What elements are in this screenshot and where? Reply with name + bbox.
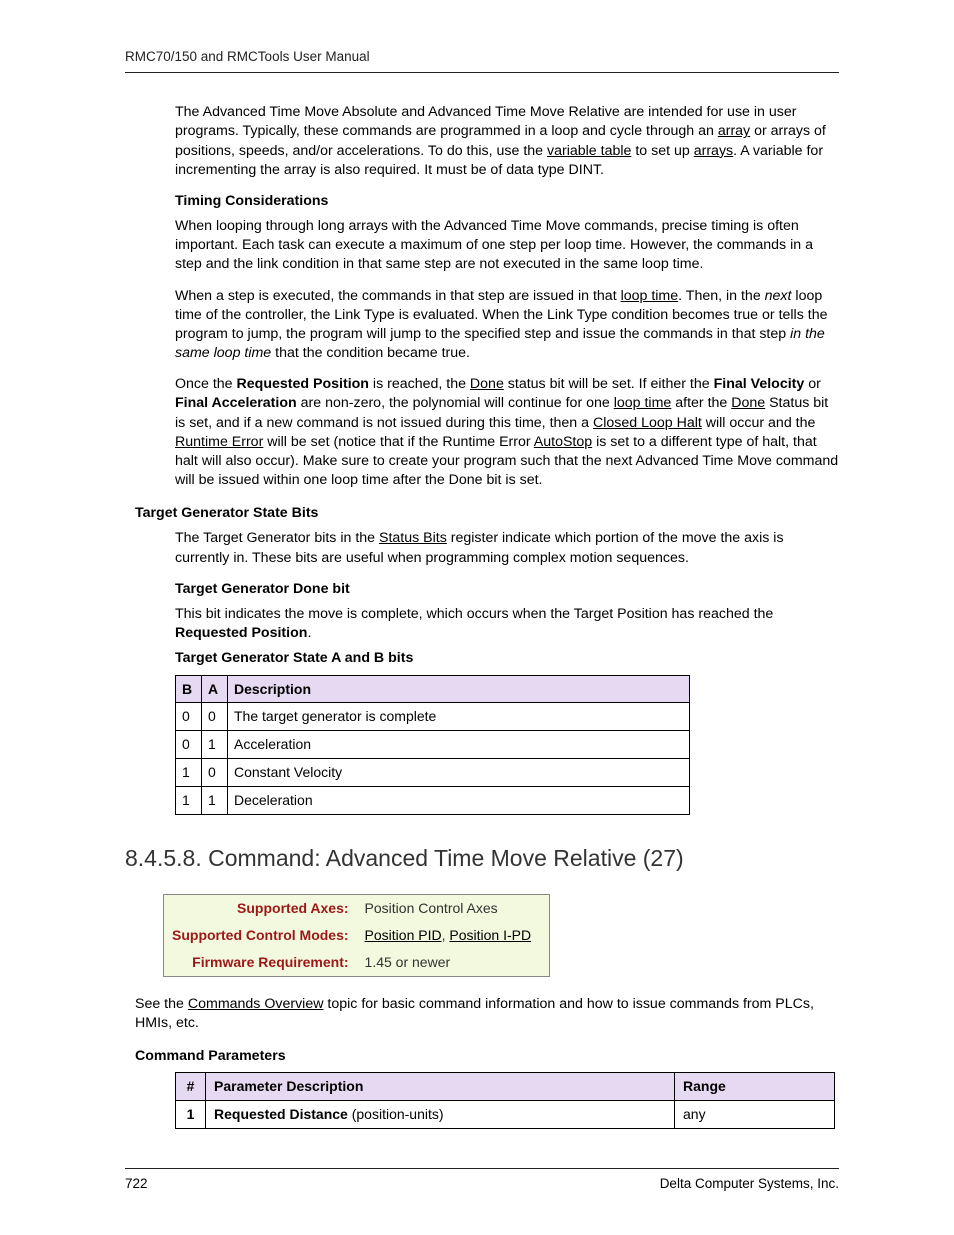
bold: Final Acceleration xyxy=(175,395,297,411)
link-done[interactable]: Done xyxy=(470,376,504,392)
emphasis: next xyxy=(765,288,792,304)
timing-paragraph-1: When looping through long arrays with th… xyxy=(175,217,839,275)
cell-a: 0 xyxy=(202,759,228,787)
link-done-2[interactable]: Done xyxy=(731,395,765,411)
text: status bit will be set. If either the xyxy=(504,376,714,392)
prop-key-control-modes: Supported Control Modes: xyxy=(164,922,357,949)
text: . Then, in the xyxy=(678,288,765,304)
cell-a: 1 xyxy=(202,731,228,759)
prop-val-control-modes: Position PID, Position I-PD xyxy=(357,922,550,949)
text: after the xyxy=(671,395,731,411)
bold: Final Velocity xyxy=(714,376,805,392)
text: . xyxy=(307,625,311,641)
prop-key-supported-axes: Supported Axes: xyxy=(164,895,357,922)
cell-desc: The target generator is complete xyxy=(228,703,690,731)
table-row: 0 0 The target generator is complete xyxy=(176,703,690,731)
cell-desc: Acceleration xyxy=(228,731,690,759)
cell-b: 0 xyxy=(176,731,202,759)
command-parameters-table: # Parameter Description Range 1 Requeste… xyxy=(175,1072,835,1129)
th-param-desc: Parameter Description xyxy=(206,1073,675,1101)
link-autostop[interactable]: AutoStop xyxy=(534,434,592,450)
link-position-pid[interactable]: Position PID xyxy=(365,927,442,943)
text: is reached, the xyxy=(369,376,470,392)
bold: Requested Distance xyxy=(214,1106,348,1122)
heading-timing-considerations: Timing Considerations xyxy=(175,192,839,211)
th-a: A xyxy=(202,675,228,703)
text: will occur and the xyxy=(702,415,816,431)
heading-target-generator-done-bit: Target Generator Done bit xyxy=(175,580,839,599)
th-description: Description xyxy=(228,675,690,703)
text: (position-units) xyxy=(348,1106,444,1122)
text: or xyxy=(804,376,821,392)
text: The Target Generator bits in the xyxy=(175,530,379,546)
cell-num: 1 xyxy=(176,1101,206,1129)
table-row: 0 1 Acceleration xyxy=(176,731,690,759)
table-row: 1 0 Constant Velocity xyxy=(176,759,690,787)
intro-paragraph: The Advanced Time Move Absolute and Adva… xyxy=(175,103,839,180)
text: When a step is executed, the commands in… xyxy=(175,288,621,304)
state-bits-table: B A Description 0 0 The target generator… xyxy=(175,675,690,815)
heading-target-generator-state-bits: Target Generator State Bits xyxy=(135,504,839,523)
tgd-paragraph: This bit indicates the move is complete,… xyxy=(175,605,839,643)
bold: Requested Position xyxy=(237,376,369,392)
cell-b: 1 xyxy=(176,787,202,815)
text: to set up xyxy=(631,143,693,159)
link-commands-overview[interactable]: Commands Overview xyxy=(188,996,324,1012)
cell-a: 1 xyxy=(202,787,228,815)
link-status-bits[interactable]: Status Bits xyxy=(379,530,447,546)
prop-val-firmware: 1.45 or newer xyxy=(357,949,550,976)
prop-key-firmware: Firmware Requirement: xyxy=(164,949,357,976)
page-header: RMC70/150 and RMCTools User Manual xyxy=(125,48,839,73)
link-runtime-error[interactable]: Runtime Error xyxy=(175,434,263,450)
link-arrays[interactable]: arrays xyxy=(694,143,733,159)
heading-command-parameters: Command Parameters xyxy=(135,1047,839,1066)
heading-target-generator-ab-bits: Target Generator State A and B bits xyxy=(175,649,839,668)
page-footer: 722 Delta Computer Systems, Inc. xyxy=(125,1168,839,1193)
cell-desc: Requested Distance (position-units) xyxy=(206,1101,675,1129)
th-num: # xyxy=(176,1073,206,1101)
cell-range: any xyxy=(675,1101,835,1129)
page-number: 722 xyxy=(125,1175,148,1193)
cell-a: 0 xyxy=(202,703,228,731)
footer-company: Delta Computer Systems, Inc. xyxy=(660,1175,839,1193)
prop-val-supported-axes: Position Control Axes xyxy=(357,895,550,922)
timing-paragraph-3: Once the Requested Position is reached, … xyxy=(175,375,839,490)
text: will be set (notice that if the Runtime … xyxy=(263,434,533,450)
command-properties-table: Supported Axes: Position Control Axes Su… xyxy=(163,894,550,977)
link-closed-loop-halt[interactable]: Closed Loop Halt xyxy=(593,415,702,431)
cell-b: 1 xyxy=(176,759,202,787)
link-loop-time-2[interactable]: loop time xyxy=(614,395,672,411)
bold: Requested Position xyxy=(175,625,307,641)
text: This bit indicates the move is complete,… xyxy=(175,606,773,622)
timing-paragraph-2: When a step is executed, the commands in… xyxy=(175,287,839,364)
text: See the xyxy=(135,996,188,1012)
see-paragraph: See the Commands Overview topic for basi… xyxy=(135,995,839,1033)
th-b: B xyxy=(176,675,202,703)
text: that the condition became true. xyxy=(271,345,470,361)
tgsb-paragraph: The Target Generator bits in the Status … xyxy=(175,529,839,567)
cell-b: 0 xyxy=(176,703,202,731)
table-row: 1 1 Deceleration xyxy=(176,787,690,815)
text: Once the xyxy=(175,376,237,392)
link-position-ipd[interactable]: Position I-PD xyxy=(449,927,531,943)
table-row: 1 Requested Distance (position-units) an… xyxy=(176,1101,835,1129)
text: The Advanced Time Move Absolute and Adva… xyxy=(175,104,796,139)
cell-desc: Deceleration xyxy=(228,787,690,815)
link-array[interactable]: array xyxy=(718,123,750,139)
section-title: 8.4.5.8. Command: Advanced Time Move Rel… xyxy=(125,843,839,874)
link-loop-time[interactable]: loop time xyxy=(621,288,679,304)
link-variable-table[interactable]: variable table xyxy=(547,143,631,159)
cell-desc: Constant Velocity xyxy=(228,759,690,787)
th-range: Range xyxy=(675,1073,835,1101)
text: are non-zero, the polynomial will contin… xyxy=(297,395,614,411)
